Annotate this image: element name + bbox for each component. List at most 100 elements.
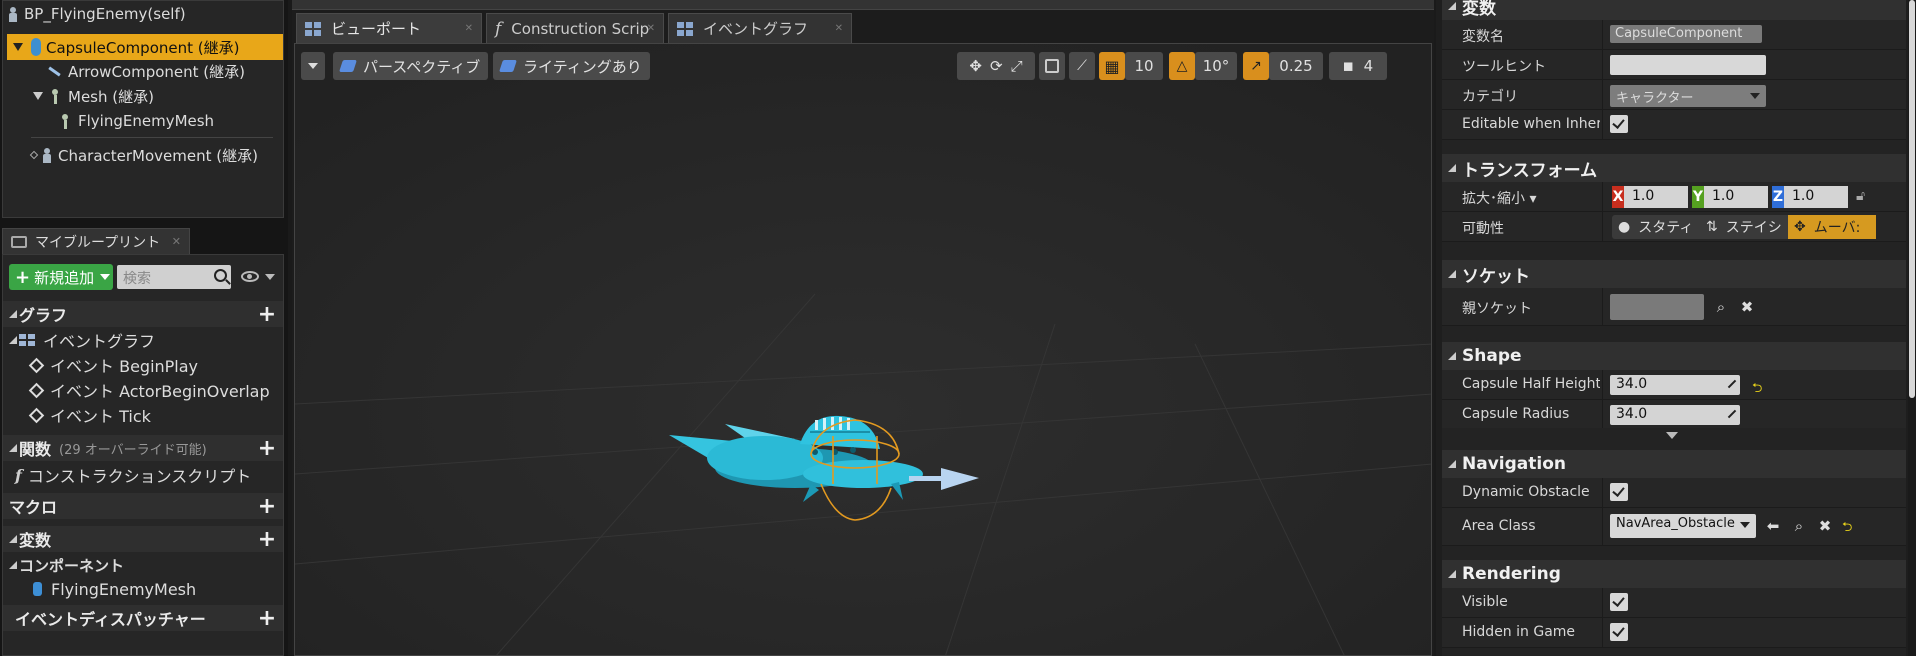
half-height-field[interactable]: 34.0 — [1610, 375, 1740, 395]
category-rendering[interactable]: Rendering — [1442, 560, 1906, 588]
section-macros[interactable]: マクロ + — [3, 493, 283, 519]
grid-snap-toggle[interactable]: ▦ — [1099, 52, 1125, 80]
component-root[interactable]: BP_FlyingEnemy(self) — [7, 1, 186, 27]
tab-event-graph[interactable]: イベントグラフ ✕ — [668, 13, 852, 43]
section-graph[interactable]: グラフ + — [3, 301, 283, 327]
move-icon[interactable]: ✥ — [969, 57, 982, 75]
mobility-stationary[interactable]: ⇅ ステイシ — [1700, 215, 1788, 239]
lighting-mode-button[interactable]: ライティングあり — [493, 52, 650, 80]
rotate-icon[interactable]: ⟳ — [990, 57, 1003, 75]
transform-tools[interactable]: ✥ ⟳ ⤢ — [957, 52, 1035, 80]
editable-checkbox[interactable] — [1610, 115, 1628, 133]
collapse-arrow-icon[interactable] — [9, 535, 17, 543]
variable-item[interactable]: FlyingEnemyMesh — [31, 577, 196, 601]
section-variables[interactable]: 変数 + — [3, 526, 283, 552]
camera-speed-button[interactable]: ◼ 4 — [1329, 52, 1387, 80]
tab-viewport[interactable]: ビューポート ✕ — [296, 13, 482, 43]
drag-handle-icon[interactable] — [1726, 408, 1736, 420]
section-functions[interactable]: 関数 (29 オーバーライド可能) + — [3, 435, 283, 461]
perspective-button[interactable]: パースペクティブ — [333, 52, 489, 80]
tab-close-icon[interactable]: ✕ — [647, 23, 655, 34]
construction-script-item[interactable]: f コンストラクションスクリプト — [15, 463, 251, 487]
scale-snap-value[interactable]: 0.25 — [1269, 52, 1323, 80]
scale-z[interactable]: Z 1.0 — [1772, 186, 1848, 208]
scale-x[interactable]: X 1.0 — [1612, 186, 1688, 208]
viewport-options-button[interactable] — [301, 52, 325, 80]
collapse-arrow-icon[interactable] — [9, 310, 17, 318]
grid-snap-value[interactable]: 10 — [1125, 52, 1163, 80]
add-macro-button[interactable]: + — [257, 494, 277, 519]
tab-construction-script[interactable]: f Construction Scrip ✕ — [486, 13, 664, 43]
scale-icon[interactable]: ⤢ — [1011, 57, 1023, 75]
scale-z-field[interactable]: 1.0 — [1784, 186, 1848, 208]
use-selected-icon[interactable]: ⬅ — [1764, 517, 1782, 535]
clear-icon[interactable]: ✖ — [1738, 298, 1756, 316]
scale-x-field[interactable]: 1.0 — [1624, 186, 1688, 208]
event-item[interactable]: イベント ActorBeginOverlap — [28, 378, 270, 402]
collapse-arrow-icon[interactable] — [9, 561, 17, 569]
category-variable[interactable]: 変数 — [1442, 0, 1906, 20]
event-graph-item[interactable]: イベントグラフ — [9, 328, 155, 352]
search-icon[interactable] — [214, 269, 227, 282]
mobility-static[interactable]: ● スタティ — [1612, 215, 1700, 239]
tab-close-icon[interactable]: ✕ — [465, 23, 473, 34]
category-combo[interactable]: キャラクター — [1610, 85, 1766, 107]
rotation-snap-value[interactable]: 10° — [1195, 52, 1237, 80]
event-item[interactable]: イベント Tick — [28, 403, 151, 427]
collapse-arrow-icon[interactable] — [9, 336, 17, 344]
category-shape[interactable]: Shape — [1442, 342, 1906, 370]
world-local-toggle[interactable] — [1039, 52, 1065, 80]
viewport-canvas[interactable]: パースペクティブ ライティングあり ✥ ⟳ ⤢ ⟋ ▦ 10 △ 10° ↗ 0… — [294, 43, 1432, 656]
hidden-in-game-checkbox[interactable] — [1610, 623, 1628, 641]
event-item[interactable]: イベント BeginPlay — [28, 353, 198, 377]
tab-close-icon[interactable]: ✕ — [172, 235, 181, 248]
tab-close-icon[interactable]: ✕ — [835, 23, 843, 34]
category-navigation[interactable]: Navigation — [1442, 450, 1906, 478]
category-socket[interactable]: ソケット — [1442, 260, 1906, 288]
component-item-mesh[interactable]: Mesh (継承) — [33, 83, 154, 109]
component-item-arrow[interactable]: ArrowComponent (継承) — [47, 58, 245, 84]
function-icon: f — [495, 18, 502, 39]
search-input[interactable]: 検索 — [117, 265, 231, 289]
add-graph-button[interactable]: + — [257, 302, 277, 327]
clear-icon[interactable]: ✖ — [1816, 517, 1834, 535]
my-blueprint-tab[interactable]: マイブループリント ✕ — [2, 228, 190, 254]
scrollbar-thumb[interactable] — [1909, 0, 1915, 398]
search-icon[interactable]: ⌕ — [1712, 298, 1730, 316]
reset-default-icon[interactable]: ⮌ — [1752, 379, 1762, 401]
scale-snap-toggle[interactable]: ↗ — [1243, 52, 1269, 80]
parent-socket-field[interactable] — [1610, 294, 1704, 320]
add-new-button[interactable]: + 新規追加 — [9, 264, 113, 290]
collapse-arrow-icon[interactable] — [9, 444, 17, 452]
add-dispatcher-button[interactable]: + — [257, 606, 277, 631]
variable-name-field[interactable]: CapsuleComponent — [1610, 25, 1762, 43]
dynamic-obstacle-checkbox[interactable] — [1610, 483, 1628, 501]
add-function-button[interactable]: + — [257, 436, 277, 461]
expand-arrow-icon[interactable] — [13, 43, 23, 51]
surface-snap-button[interactable]: ⟋ — [1069, 52, 1095, 80]
component-item-capsule[interactable]: CapsuleComponent (継承) — [7, 34, 283, 60]
components-category[interactable]: コンポーネント — [9, 553, 124, 577]
scale-y[interactable]: Y 1.0 — [1692, 186, 1768, 208]
section-event-dispatchers[interactable]: イベントディスパッチャー + — [3, 605, 283, 631]
browse-icon[interactable]: ⌕ — [1790, 517, 1808, 535]
details-scrollbar[interactable] — [1908, 0, 1916, 656]
area-class-combo[interactable]: NavArea_Obstacle — [1610, 514, 1756, 538]
reset-default-icon[interactable]: ⮌ — [1842, 518, 1852, 540]
scale-y-field[interactable]: 1.0 — [1704, 186, 1768, 208]
category-transform[interactable]: トランスフォーム — [1442, 154, 1906, 182]
visible-checkbox[interactable] — [1610, 593, 1628, 611]
radius-field[interactable]: 34.0 — [1610, 405, 1740, 425]
lock-icon[interactable]: 🔓︎ — [1856, 188, 1865, 204]
component-item-flyingenemymesh[interactable]: FlyingEnemyMesh — [59, 108, 214, 134]
component-item-charactermovement[interactable]: CharacterMovement (継承) — [29, 142, 258, 168]
mobility-movable[interactable]: ✥ ムーバ: — [1788, 215, 1876, 239]
expand-arrow-icon[interactable] — [33, 92, 43, 100]
rotation-snap-toggle[interactable]: △ — [1169, 52, 1195, 80]
view-options-button[interactable] — [239, 267, 279, 287]
add-variable-button[interactable]: + — [257, 527, 277, 552]
chevron-down-icon[interactable]: ▾ — [1529, 191, 1536, 207]
advanced-expander[interactable] — [1442, 428, 1906, 442]
tooltip-field[interactable] — [1610, 55, 1766, 75]
drag-handle-icon[interactable] — [1726, 378, 1736, 390]
